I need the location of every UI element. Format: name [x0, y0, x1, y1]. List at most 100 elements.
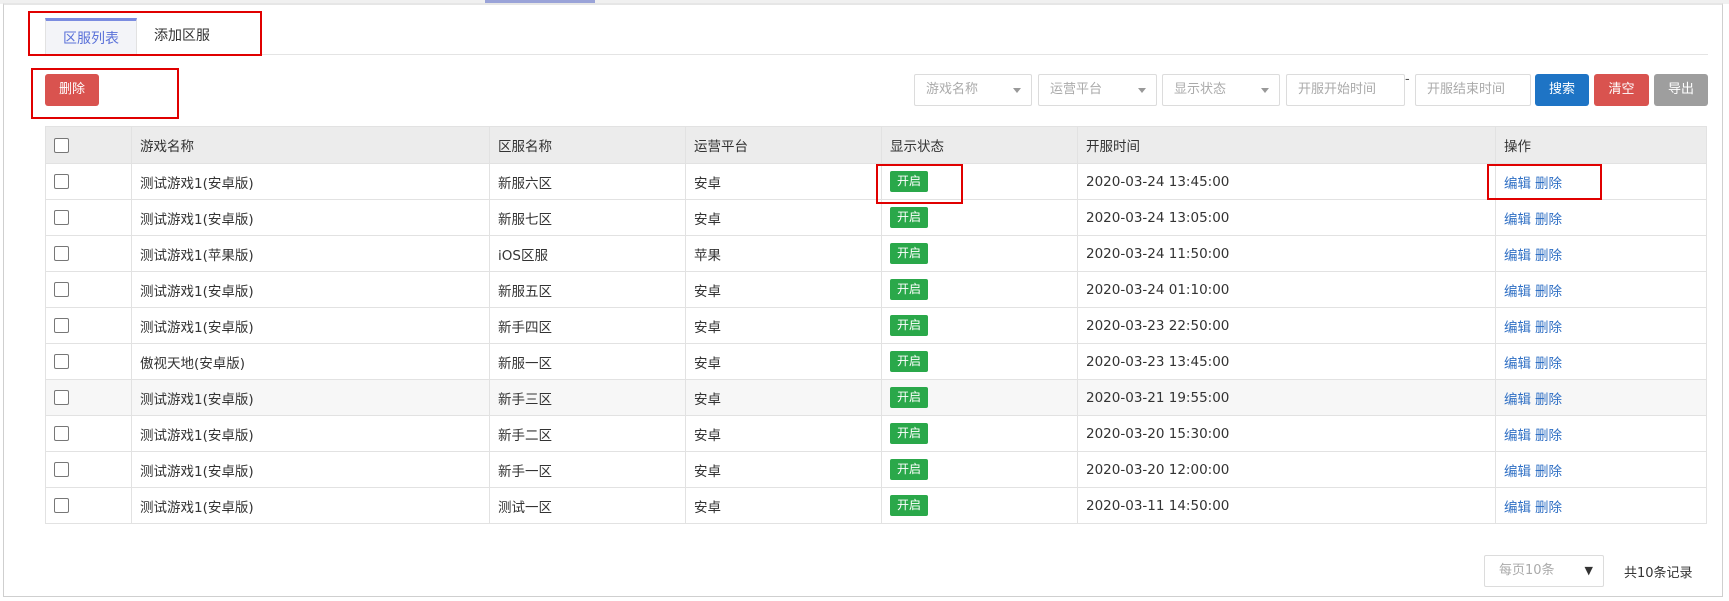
edit-link[interactable]: 编辑	[1504, 500, 1531, 516]
cell-platform: 安卓	[685, 307, 882, 344]
table-row: 测试游戏1(安卓版) 测试一区 安卓 开启 2020-03-11 14:50:00 编辑删…	[45, 487, 1707, 524]
cell-game-name: 傲视天地(安卓版)	[131, 343, 490, 380]
delete-link[interactable]: 删除	[1535, 464, 1562, 480]
cell-open-time: 2020-03-11 14:50:00	[1077, 487, 1496, 524]
edit-link[interactable]: 编辑	[1504, 284, 1531, 300]
status-badge: 开启	[890, 243, 929, 264]
select-all-checkbox[interactable]	[54, 137, 69, 153]
cell-actions: 编辑 删除	[1495, 379, 1707, 416]
header-open-time: 开服时间	[1077, 126, 1496, 164]
start-time-input[interactable]: 开服开始时间	[1286, 74, 1405, 106]
cell-status: 开启	[881, 415, 1078, 452]
cell-open-time: 2020-03-20 12:00:00	[1077, 451, 1496, 488]
cell-platform: 安卓	[685, 271, 882, 308]
clear-button[interactable]: 清空	[1594, 74, 1649, 106]
edit-link[interactable]: 编辑	[1504, 212, 1531, 228]
annotation-box-actions	[1487, 164, 1602, 200]
cell-open-time: 2020-03-23 22:50:00	[1077, 307, 1496, 344]
status-badge: 开启	[890, 387, 929, 408]
row-checkbox[interactable]	[54, 498, 69, 513]
table-row: 测试游戏1(安卓版) 新手一区 安卓 开启 2020-03-20 12:00:00 编辑删…	[45, 451, 1707, 488]
edit-link[interactable]: 编辑	[1504, 248, 1531, 264]
cell-server-name: 新服五区	[489, 271, 686, 308]
caret-down-icon	[1261, 88, 1269, 93]
cell-open-time: 2020-03-20 15:30:00	[1077, 415, 1496, 452]
search-button[interactable]: 搜索	[1535, 74, 1589, 106]
status-badge: 开启	[890, 207, 929, 228]
table-row: 傲视天地(安卓版) 新服一区 安卓 开启 2020-03-23 13:45:00 编辑 删除	[45, 343, 1707, 380]
end-time-input[interactable]: 开服结束时间	[1415, 74, 1531, 106]
delete-link[interactable]: 删除	[1535, 212, 1562, 228]
row-checkbox[interactable]	[54, 390, 69, 405]
cell-open-time: 2020-03-21 19:55:00	[1077, 379, 1496, 416]
status-select[interactable]: 显示状态	[1162, 74, 1280, 106]
end-time-placeholder: 开服结束时间	[1427, 82, 1506, 97]
page-size-select[interactable]: 每页10条 ▼	[1484, 555, 1604, 587]
status-badge: 开启	[890, 315, 929, 336]
cell-server-name: 新手四区	[489, 307, 686, 344]
status-badge: 开启	[890, 423, 929, 444]
table-row: 测试游戏1(苹果版) iOS区服 苹果 开启 2020-03-24 11:50:00 编辑…	[45, 235, 1707, 272]
export-button[interactable]: 导出	[1654, 74, 1708, 106]
header-server-name: 区服名称	[489, 126, 686, 164]
cell-open-time: 2020-03-23 13:45:00	[1077, 343, 1496, 380]
edit-link[interactable]: 编辑	[1504, 356, 1531, 372]
delete-link[interactable]: 删除	[1535, 320, 1562, 336]
table-row: 测试游戏1(安卓版) 新手三区 安卓 开启 2020-03-21 19:55:00 编辑删…	[45, 379, 1707, 416]
table-row: 测试游戏1(安卓版) 新手四区 安卓 开启 2020-03-23 22:50:00 编辑删…	[45, 307, 1707, 344]
total-records: 共10条记录	[1624, 566, 1693, 581]
row-checkbox[interactable]	[54, 462, 69, 477]
delete-link[interactable]: 删除	[1535, 284, 1562, 300]
cell-actions: 编辑 删除	[1495, 235, 1707, 272]
caret-down-icon	[1013, 88, 1021, 93]
cell-open-time: 2020-03-24 13:45:00	[1077, 163, 1496, 200]
delete-link[interactable]: 删除	[1535, 356, 1562, 372]
table-row: 测试游戏1(安卓版) 新手二区 安卓 开启 2020-03-20 15:30:00 编辑删…	[45, 415, 1707, 452]
cell-platform: 安卓	[685, 343, 882, 380]
select-all-cell	[45, 126, 132, 164]
cell-platform: 安卓	[685, 199, 882, 236]
cell-server-name: 新手一区	[489, 451, 686, 488]
delete-link[interactable]: 删除	[1535, 392, 1562, 408]
cell-game-name: 测试游戏1(安卓版)	[131, 199, 490, 236]
edit-link[interactable]: 编辑	[1504, 392, 1531, 408]
cell-game-name: 测试游戏1(苹果版)	[131, 235, 490, 272]
game-name-select[interactable]: 游戏名称	[914, 74, 1032, 106]
delete-link[interactable]: 删除	[1535, 428, 1562, 444]
status-badge: 开启	[890, 459, 929, 480]
cell-game-name: 测试游戏1(安卓版)	[131, 379, 490, 416]
cell-open-time: 2020-03-24 01:10:00	[1077, 271, 1496, 308]
cell-platform: 安卓	[685, 451, 882, 488]
status-badge: 开启	[890, 495, 929, 516]
delete-link[interactable]: 删除	[1535, 248, 1562, 264]
cell-platform: 安卓	[685, 379, 882, 416]
header-game-name: 游戏名称	[131, 126, 490, 164]
status-placeholder: 显示状态	[1174, 82, 1227, 97]
cell-platform: 安卓	[685, 415, 882, 452]
cell-actions: 编辑 删除	[1495, 487, 1707, 524]
edit-link[interactable]: 编辑	[1504, 464, 1531, 480]
row-checkbox[interactable]	[54, 282, 69, 297]
row-checkbox[interactable]	[54, 246, 69, 261]
platform-select[interactable]: 运营平台	[1038, 74, 1157, 106]
row-checkbox[interactable]	[54, 426, 69, 441]
cell-server-name: 新服七区	[489, 199, 686, 236]
row-checkbox[interactable]	[54, 210, 69, 225]
row-select-cell	[45, 379, 132, 416]
row-checkbox[interactable]	[54, 354, 69, 369]
row-checkbox[interactable]	[54, 318, 69, 333]
page-size-value: 每页10条	[1499, 563, 1555, 578]
dropdown-arrow-icon: ▼	[1584, 564, 1593, 577]
row-select-cell	[45, 343, 132, 380]
row-checkbox[interactable]	[54, 174, 69, 189]
delete-link[interactable]: 删除	[1535, 500, 1562, 516]
header-status: 显示状态	[881, 126, 1078, 164]
edit-link[interactable]: 编辑	[1504, 428, 1531, 444]
cell-server-name: 新服一区	[489, 343, 686, 380]
annotation-box-tabs	[28, 11, 262, 56]
cell-server-name: 新服六区	[489, 163, 686, 200]
row-select-cell	[45, 487, 132, 524]
cell-platform: 安卓	[685, 487, 882, 524]
range-separator: -	[1405, 72, 1410, 87]
edit-link[interactable]: 编辑	[1504, 320, 1531, 336]
